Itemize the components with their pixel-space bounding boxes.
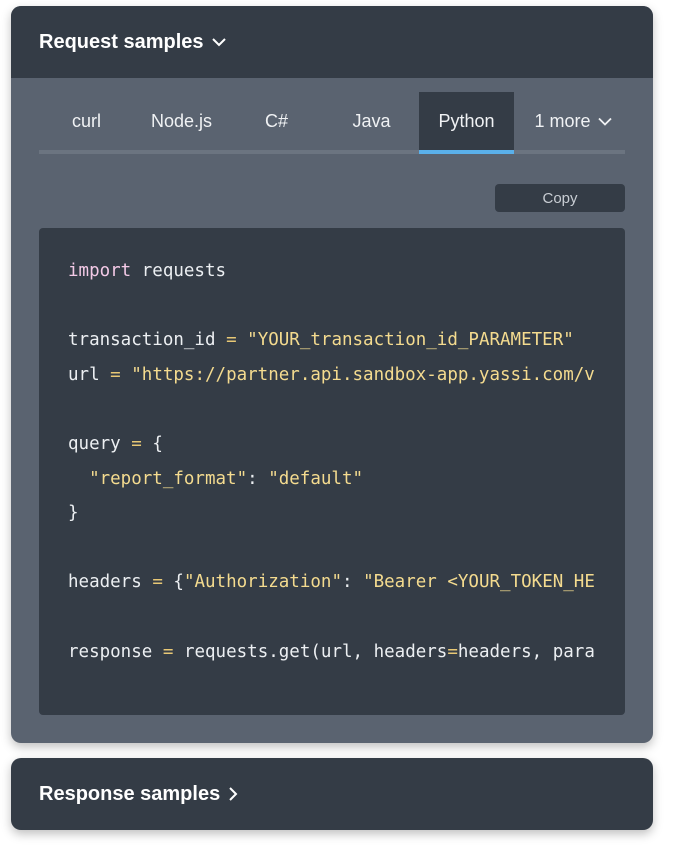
code-operator: = [152,572,163,593]
code-string: "Authorization" [183,572,342,593]
tab-label: Java [352,110,391,131]
tab-curl[interactable]: curl [39,92,134,150]
copy-button[interactable]: Copy [495,184,625,212]
response-samples-title: Response samples [39,782,221,805]
language-tabs: curl Node.js C# Java Python 1 more [39,92,625,154]
code-keyword: import [68,261,132,281]
response-samples-header[interactable]: Response samples [11,758,653,830]
chevron-down-icon [211,37,226,47]
code-operator: = [131,433,142,454]
code-token: query [68,433,121,454]
code-string: "https://partner.api.sandbox-app.yassi.c… [131,364,595,385]
response-samples-panel: Response samples [11,758,653,830]
copy-label: Copy [542,189,578,207]
code-token: { [173,572,184,593]
tab-csharp[interactable]: C# [229,92,324,150]
request-samples-title: Request samples [39,30,204,53]
code-sample: import requests transaction_id = "YOUR_t… [39,228,625,715]
code-token: { [152,433,163,454]
code-token: response [68,641,153,662]
tab-label: Node.js [150,110,213,131]
request-samples-header[interactable]: Request samples [11,6,653,78]
code-token: headers, para [457,641,595,662]
code-string: "report_format" [89,468,248,489]
code-token: } [68,503,79,524]
code-token: headers [68,572,142,593]
code-token: : [342,572,364,593]
code-operator: = [110,364,121,385]
tab-label: curl [71,110,101,131]
code-string: "Bearer <YOUR_TOKEN_HE [363,572,595,593]
tab-java[interactable]: Java [324,92,419,150]
code-text: import requests transaction_id = "YOUR_t… [39,228,625,669]
code-token: transaction_id [68,330,216,351]
more-label: 1 more [534,110,591,131]
code-token: url [68,364,100,385]
chevron-right-icon [228,787,238,801]
code-token: : [247,468,269,489]
code-string: "default" [268,468,364,489]
code-operator: = [226,330,237,351]
tab-more-dropdown[interactable]: 1 more [525,92,621,150]
tab-nodejs[interactable]: Node.js [134,92,229,150]
code-token: requests [131,261,227,281]
code-operator: = [162,641,174,662]
request-samples-panel: Request samples curl Node.js C# Java Pyt… [11,6,653,743]
tab-label: C# [264,110,288,131]
chevron-down-icon [597,117,612,126]
tab-label: Python [438,110,495,131]
tab-python[interactable]: Python [419,92,514,154]
code-operator: = [447,641,458,662]
code-token: requests.get(url, headers [183,641,448,662]
code-string: "YOUR_transaction_id_PARAMETER" [247,330,574,351]
